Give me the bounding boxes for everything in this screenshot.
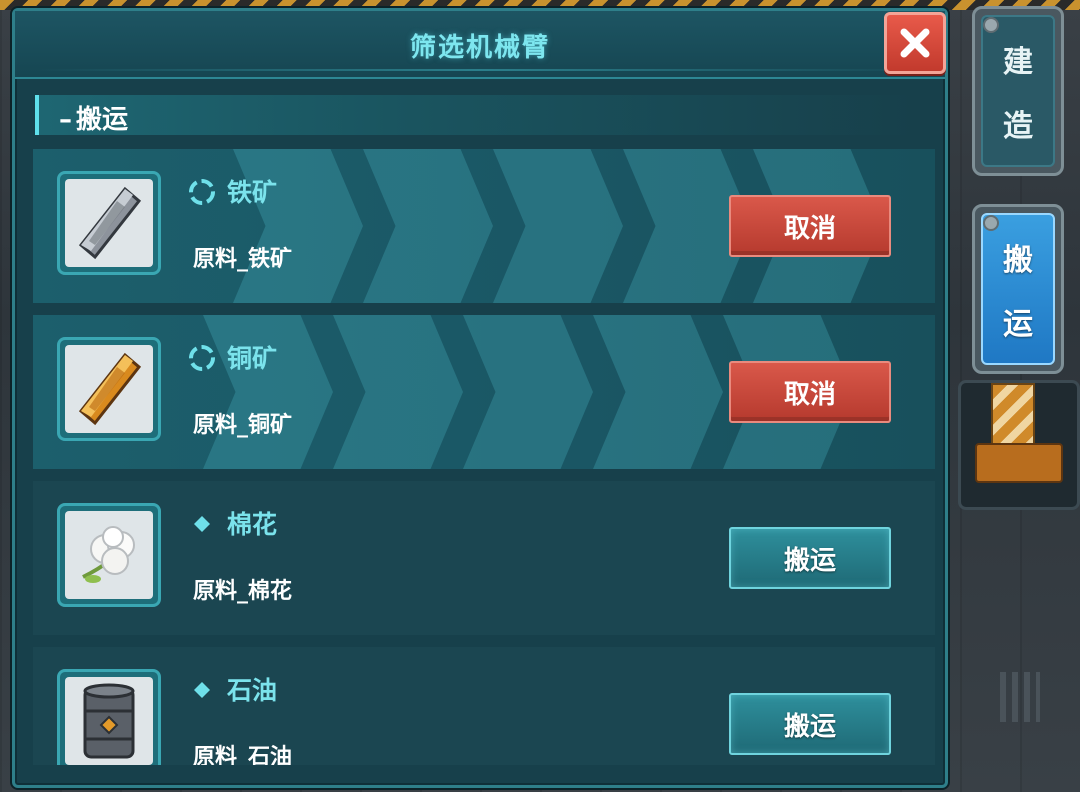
iron-ore-icon — [65, 179, 153, 267]
item-icon-frame — [57, 171, 161, 275]
list-item-copper-ore: 铜矿 原料_铜矿 取消 — [33, 315, 935, 469]
machine-base — [975, 443, 1063, 483]
bolt-decoration — [983, 215, 999, 231]
bolt-decoration — [983, 17, 999, 33]
tab-build[interactable]: 建 造 — [972, 6, 1064, 176]
wall-vent — [1000, 672, 1040, 722]
tab-label-char: 建 — [1003, 45, 1033, 80]
panel-title: 筛选机械臂 — [409, 33, 550, 63]
progress-chevron — [333, 315, 463, 469]
section-title: – 搬运 — [59, 99, 128, 136]
item-icon-frame — [57, 503, 161, 607]
filter-arm-panel: 筛选机械臂 – 搬运 铁矿 原料_铁矿 取消 铜矿 原料_铜矿 取消 棉花 原料… — [12, 8, 948, 788]
list-item-cotton: 棉花 原料_棉花 搬运 — [33, 481, 935, 635]
item-desc: 原料_铁矿 — [193, 247, 293, 272]
item-icon-frame — [57, 337, 161, 441]
item-icon-frame — [57, 669, 161, 765]
tab-label-char: 造 — [1003, 109, 1033, 144]
panel-header: 筛选机械臂 — [15, 11, 945, 79]
loading-spinner-icon — [189, 179, 215, 205]
diamond-icon — [194, 682, 210, 698]
collapse-dash: – — [59, 105, 72, 135]
cotton-icon — [65, 511, 153, 599]
tab-label-char: 运 — [1003, 307, 1033, 342]
item-list: 铁矿 原料_铁矿 取消 铜矿 原料_铜矿 取消 棉花 原料_棉花 搬运 石油 原… — [33, 149, 935, 765]
carry-button[interactable]: 搬运 — [729, 693, 891, 755]
tab-label-char: 搬 — [1003, 243, 1033, 278]
item-name: 铁矿 — [227, 178, 278, 207]
tab-carry-inner: 搬 运 — [981, 213, 1055, 365]
item-name: 铜矿 — [227, 344, 278, 373]
item-name: 石油 — [227, 676, 278, 705]
close-button[interactable] — [884, 12, 946, 74]
list-item-iron-ore: 铁矿 原料_铁矿 取消 — [33, 149, 935, 303]
progress-chevron — [463, 315, 593, 469]
tab-build-inner: 建 造 — [981, 15, 1055, 167]
loading-spinner-icon — [189, 345, 215, 371]
copper-ore-icon — [65, 345, 153, 433]
item-desc: 原料_铜矿 — [193, 413, 293, 438]
item-name: 棉花 — [227, 510, 278, 539]
progress-chevron — [493, 149, 623, 303]
section-header: – 搬运 — [35, 95, 915, 135]
cancel-button[interactable]: 取消 — [729, 361, 891, 423]
close-icon — [900, 28, 930, 58]
oil-barrel-icon — [65, 677, 153, 765]
carry-button[interactable]: 搬运 — [729, 527, 891, 589]
progress-chevron — [593, 315, 723, 469]
tab-carry[interactable]: 搬 运 — [972, 204, 1064, 374]
list-item-oil: 石油 原料_石油 搬运 — [33, 647, 935, 765]
cancel-button[interactable]: 取消 — [729, 195, 891, 257]
section-label: 搬运 — [76, 105, 129, 135]
diamond-icon — [194, 516, 210, 532]
item-desc: 原料_石油 — [193, 745, 293, 765]
item-desc: 原料_棉花 — [193, 579, 293, 604]
robot-arm-machine — [958, 380, 1080, 510]
progress-chevron — [363, 149, 493, 303]
